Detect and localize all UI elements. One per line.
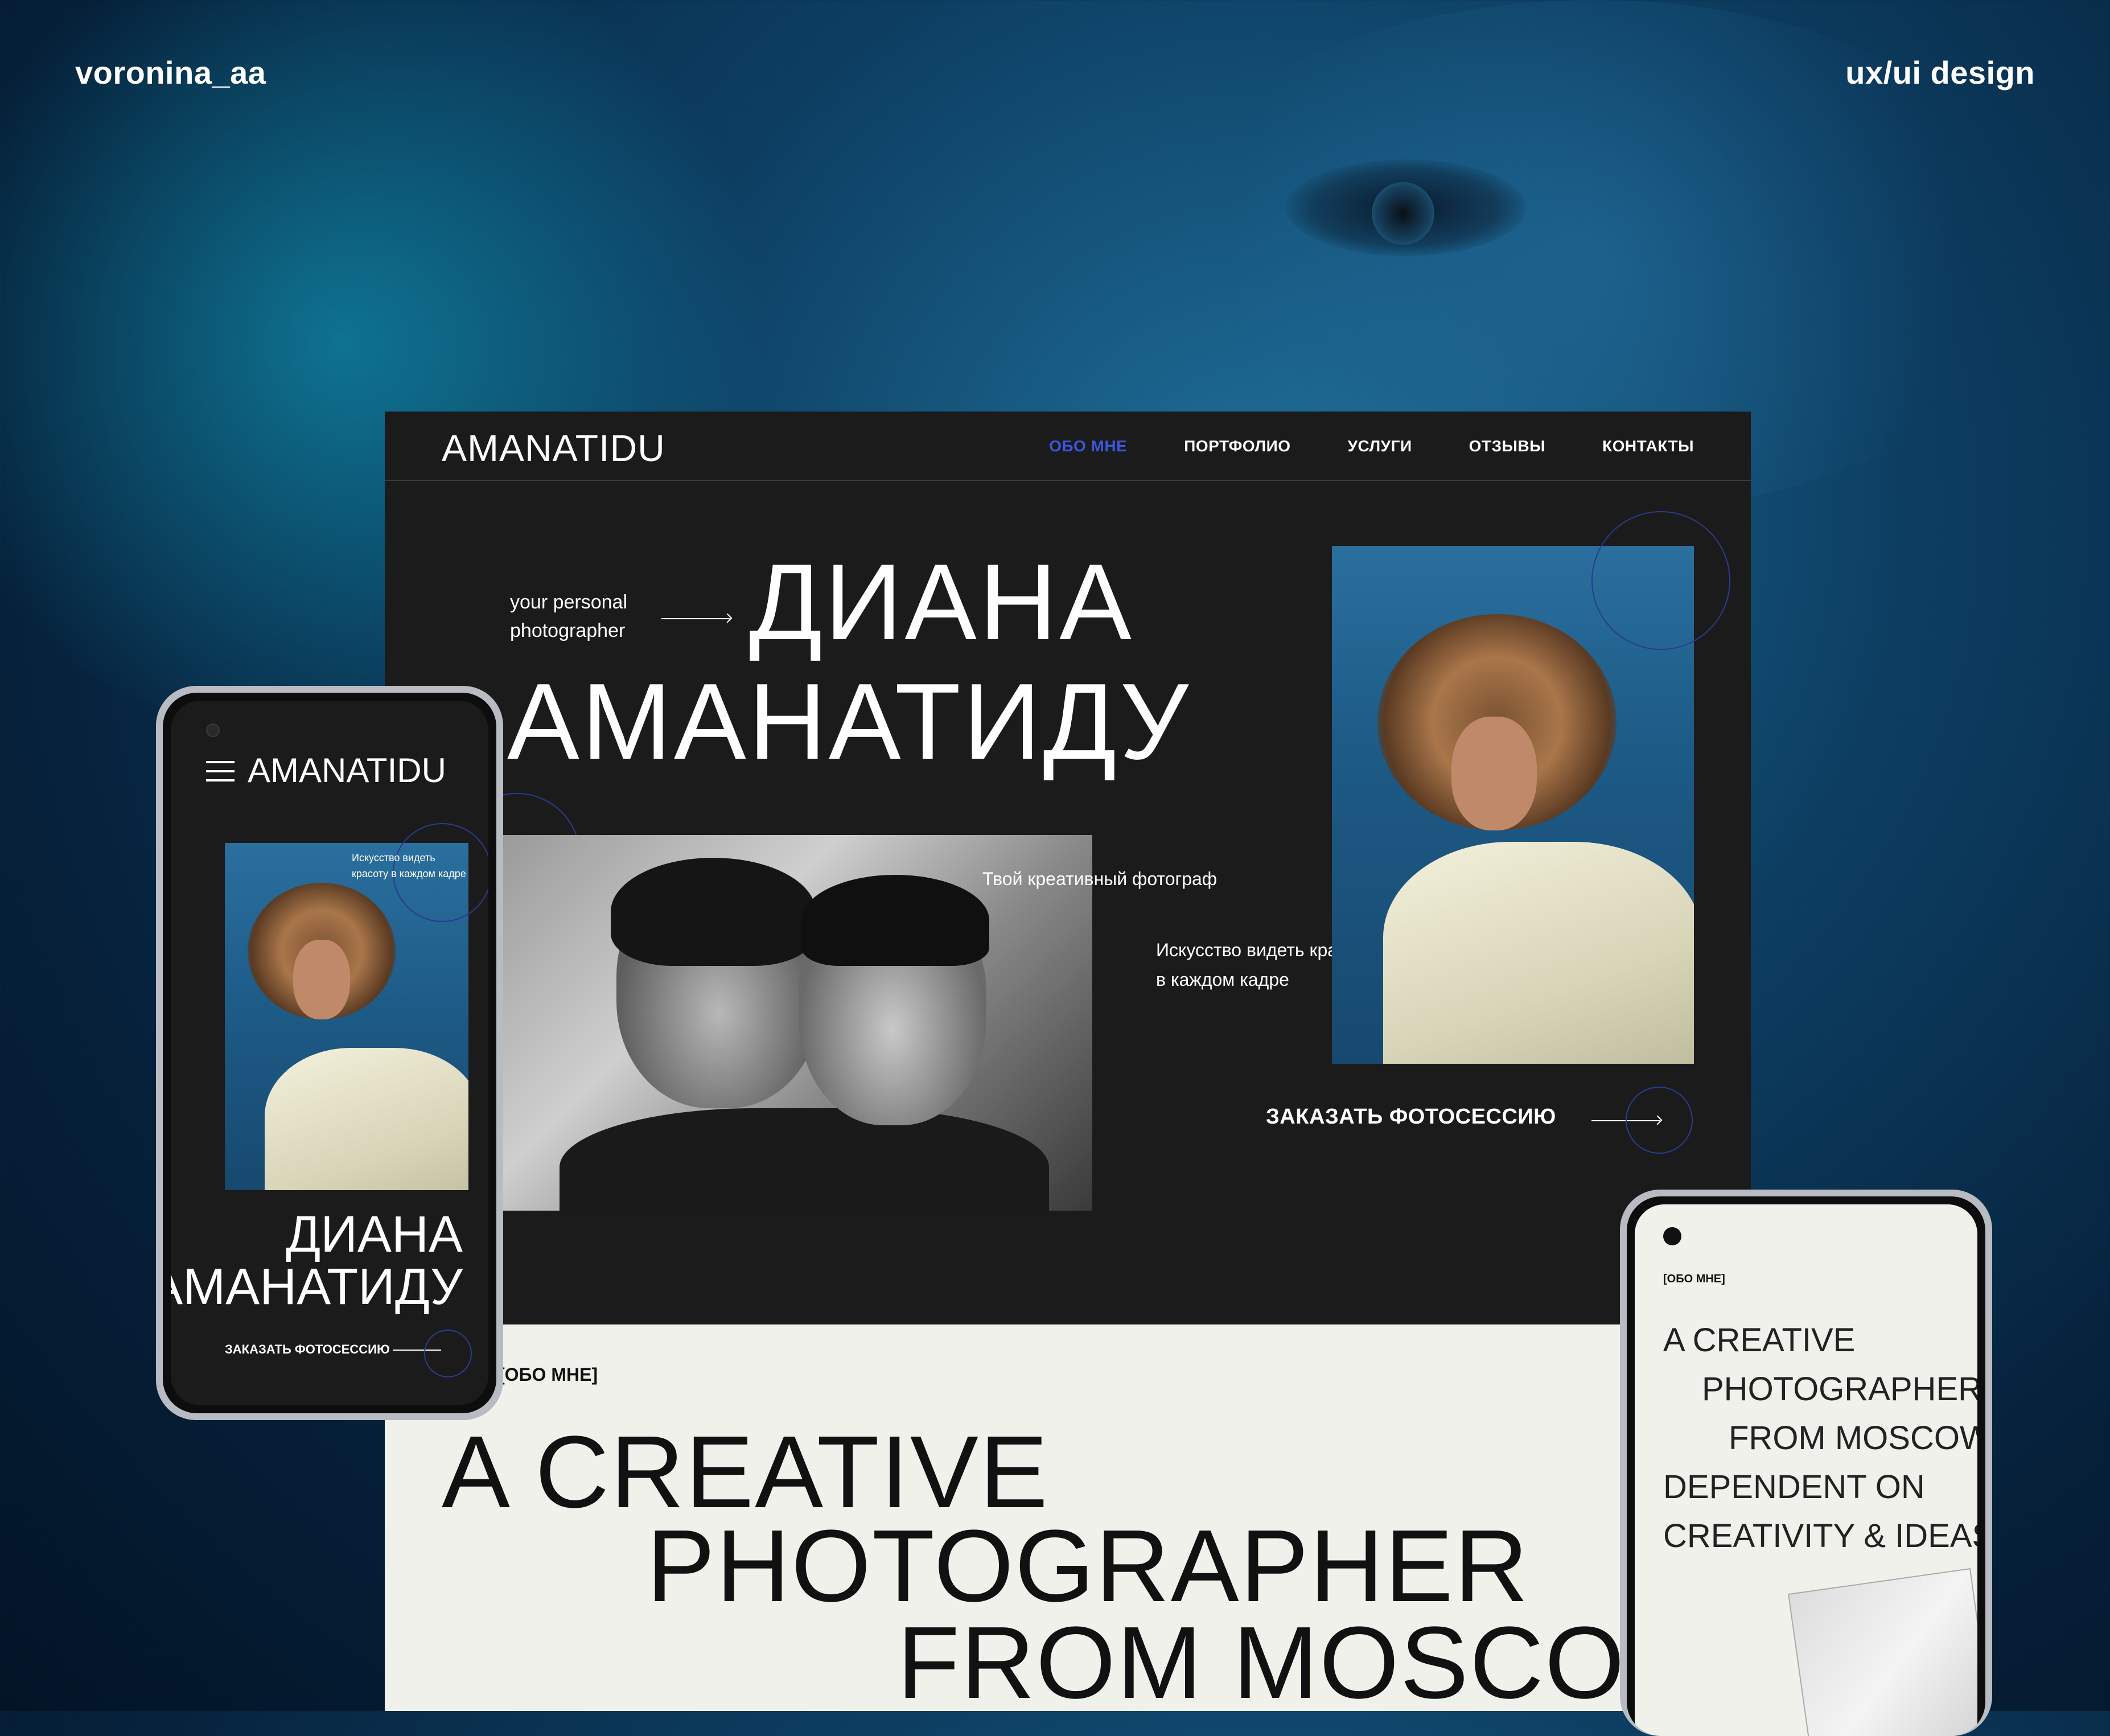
nav-item-portfolio[interactable]: ПОРТФОЛИО [1184, 437, 1290, 455]
site-logo[interactable]: AMANATIDU [248, 751, 446, 790]
creative-text: Твой креативный фотограф [982, 869, 1218, 889]
arrow-right-icon [661, 618, 730, 619]
order-arrow-button[interactable] [1626, 1087, 1693, 1154]
mobile-screen: AMANATIDU Искусство видеть красоту в каж… [171, 701, 488, 1405]
hamburger-menu-icon[interactable] [206, 761, 235, 781]
about-line-4: DEPENDENT ON [1663, 1468, 1925, 1505]
nav-item-about[interactable]: ОБО МНЕ [1049, 437, 1127, 455]
category-label: ux/ui design [1845, 55, 2035, 90]
decor-circle [1591, 511, 1730, 650]
camera-icon [206, 723, 220, 737]
about-section: [ОБО МНЕ] A CREATIVE PHOTOGRAPHER FROM M… [385, 1324, 1751, 1711]
tagline-line-2: photographer [510, 620, 626, 641]
nav-item-contacts[interactable]: КОНТАКТЫ [1602, 437, 1694, 455]
camera-icon [1663, 1227, 1681, 1245]
about-line-5: CREATIVITY & IDEAS [1663, 1517, 1977, 1554]
top-navigation: AMANATIDU ОБО МНЕ ПОРТФОЛИО УСЛУГИ ОТЗЫВ… [385, 412, 1751, 481]
bw-portrait-photo [503, 835, 1092, 1211]
hero-name-first: ДИАНА [286, 1206, 463, 1263]
hero-name-last: АМАНАТИДУ [507, 661, 1191, 782]
author-handle: voronina_aa [75, 55, 266, 90]
caption-line-2: красоту в каждом кадре [352, 868, 466, 879]
about-heading-line-1: A CREATIVE [442, 1415, 1049, 1529]
about-line-2: PHOTOGRAPHER [1702, 1371, 1977, 1408]
about-line-1: A CREATIVE [1663, 1322, 1856, 1359]
hero-tagline: your personal photographer [510, 588, 627, 645]
nav-item-reviews[interactable]: ОТЗЫВЫ [1469, 437, 1545, 455]
mobile-screen: [ОБО МНЕ] A CREATIVE PHOTOGRAPHER FROM M… [1635, 1204, 1977, 1736]
hero-section: AMANATIDU ОБО МНЕ ПОРТФОЛИО УСЛУГИ ОТЗЫВ… [385, 412, 1751, 1324]
about-line-3: FROM MOSCOW [1729, 1420, 1977, 1457]
hero-name-first: ДИАНА [749, 542, 1134, 663]
nav-item-services[interactable]: УСЛУГИ [1348, 437, 1412, 455]
photo-caption: Искусство видеть красоту в каждом кадре [352, 850, 466, 882]
desktop-mockup: AMANATIDU ОБО МНЕ ПОРТФОЛИО УСЛУГИ ОТЗЫВ… [385, 412, 1751, 1711]
mobile-mockup-light: [ОБО МНЕ] A CREATIVE PHOTOGRAPHER FROM M… [1620, 1190, 1992, 1736]
section-tag: [ОБО МНЕ] [1663, 1273, 1725, 1285]
mobile-mockup-dark: AMANATIDU Искусство видеть красоту в каж… [156, 686, 503, 1420]
hero-name-last: АМАНАТИДУ [171, 1258, 463, 1315]
order-photoshoot-button[interactable]: ЗАКАЗАТЬ ФОТОСЕССИЮ [225, 1342, 390, 1357]
site-logo[interactable]: AMANATIDU [442, 426, 665, 470]
caption-line-1: Искусство видеть [352, 852, 435, 863]
about-heading-line-2: PHOTOGRAPHER [647, 1509, 1529, 1623]
section-tag: [ОБО МНЕ] [499, 1364, 598, 1385]
about-heading-line-3: FROM MOSCOW [897, 1606, 1724, 1712]
tagline-line-1: your personal [510, 591, 628, 613]
nav-menu: ОБО МНЕ ПОРТФОЛИО УСЛУГИ ОТЗЫВЫ КОНТАКТЫ [1049, 437, 1694, 455]
order-photoshoot-button[interactable]: ЗАКАЗАТЬ ФОТОСЕССИЮ [1266, 1105, 1556, 1129]
iris-shape [1372, 182, 1434, 245]
order-arrow-button[interactable] [424, 1330, 472, 1377]
